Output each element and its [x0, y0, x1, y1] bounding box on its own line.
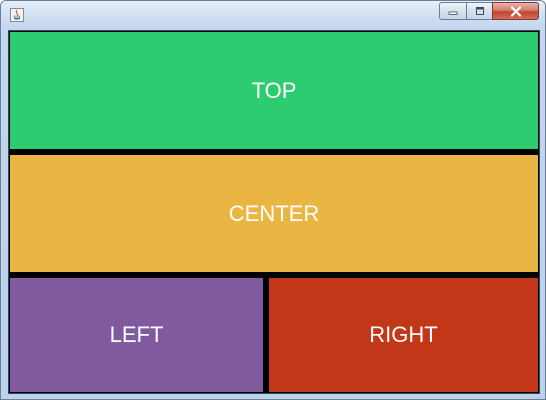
top-panel-label: TOP [251, 77, 297, 103]
app-window: TOP CENTER LEFT RIGHT [0, 0, 546, 400]
right-panel-label: RIGHT [369, 322, 438, 347]
close-button[interactable] [492, 2, 539, 20]
minimize-icon [448, 11, 458, 15]
left-panel-label: LEFT [109, 322, 164, 347]
close-icon [510, 5, 521, 17]
maximize-button[interactable] [466, 2, 492, 20]
maximize-icon [475, 7, 484, 15]
center-panel-label: CENTER [228, 200, 320, 226]
center-panel: CENTER [10, 155, 538, 272]
top-panel: TOP [10, 32, 538, 149]
right-panel: RIGHT [269, 278, 538, 392]
java-app-icon[interactable] [10, 8, 24, 22]
minimize-button[interactable] [439, 2, 466, 20]
title-bar[interactable] [1, 1, 545, 29]
window-controls [439, 2, 539, 20]
left-panel: LEFT [10, 278, 263, 392]
content-pane: TOP CENTER LEFT RIGHT [8, 30, 540, 394]
